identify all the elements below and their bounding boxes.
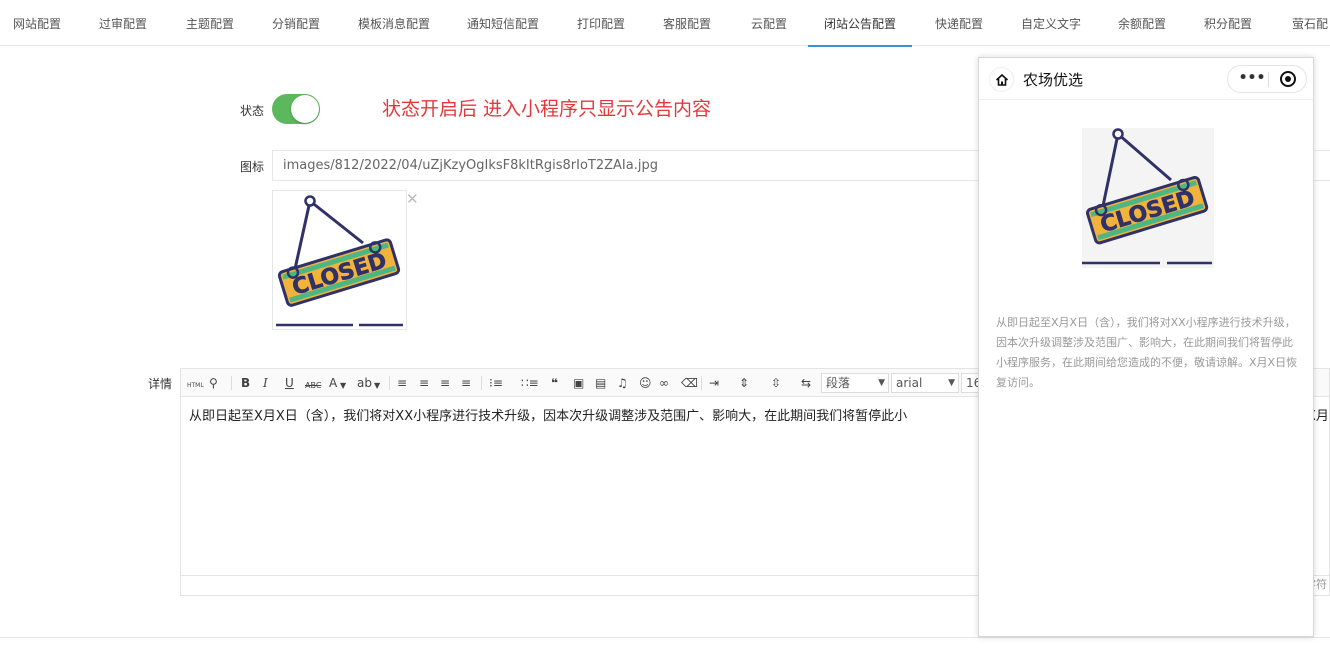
- detail-label: 详情: [147, 377, 172, 391]
- toggle-knob: [291, 95, 319, 123]
- toolbar-divider: [481, 376, 482, 390]
- font-family-select-value: arial: [896, 376, 923, 390]
- tab-distribution[interactable]: 分销配置: [271, 0, 321, 46]
- tab-template-message[interactable]: 模板消息配置: [358, 0, 430, 46]
- eraser-icon[interactable]: ⌫: [681, 375, 698, 391]
- emoji-icon[interactable]: ☺: [639, 375, 652, 391]
- align-center-icon[interactable]: ≡: [419, 375, 429, 391]
- editor-content[interactable]: 从即日起至X月X日（含），我们将对XX小程序进行技术升级，因本次升级调整涉及范围…: [189, 405, 907, 424]
- highlight-dropdown-icon[interactable]: ▼: [374, 378, 380, 394]
- form-divider: [0, 637, 1330, 638]
- paragraph-select-value: 段落: [826, 376, 851, 390]
- link-icon[interactable]: ∞: [659, 375, 669, 391]
- tab-custom-text[interactable]: 自定义文字: [1020, 0, 1082, 46]
- music-icon[interactable]: ♫: [617, 375, 628, 391]
- strikethrough-button[interactable]: ABC: [305, 378, 321, 394]
- home-icon: [995, 73, 1008, 86]
- align-left-icon[interactable]: ≡: [397, 375, 407, 391]
- icon-thumbnail: CLOSED: [272, 190, 407, 330]
- italic-button[interactable]: I: [263, 375, 268, 391]
- remove-image-button[interactable]: ✕: [406, 190, 419, 208]
- font-family-select[interactable]: arial ▼: [891, 373, 959, 393]
- unordered-list-icon[interactable]: ∷≡: [521, 375, 539, 391]
- capsule-divider: [1268, 72, 1269, 87]
- paragraph-select[interactable]: 段落 ▼: [821, 373, 889, 393]
- tab-balance[interactable]: 余额配置: [1117, 0, 1167, 46]
- preview-image: CLOSED: [1082, 128, 1214, 268]
- tab-website[interactable]: 网站配置: [12, 0, 62, 46]
- image-icon[interactable]: ▣: [573, 375, 584, 391]
- direction-icon[interactable]: ⇆: [801, 375, 811, 391]
- close-miniprogram-icon[interactable]: [1280, 71, 1296, 87]
- capsule-menu: •••: [1227, 65, 1307, 93]
- line-height-icon[interactable]: ⇕: [739, 375, 749, 391]
- preview-icon[interactable]: ⚲: [209, 375, 218, 391]
- tab-express[interactable]: 快递配置: [934, 0, 984, 46]
- tab-points[interactable]: 积分配置: [1203, 0, 1253, 46]
- align-justify-icon[interactable]: ≡: [461, 375, 471, 391]
- closed-sign-image: CLOSED: [276, 195, 403, 327]
- tab-closure-notice[interactable]: 闭站公告配置: [808, 0, 912, 47]
- underline-button[interactable]: U: [285, 375, 294, 391]
- font-color-dropdown-icon[interactable]: ▼: [340, 378, 346, 394]
- preview-notice-text: 从即日起至X月X日（含），我们将对XX小程序进行技术升级，因本次升级调整涉及范围…: [996, 316, 1298, 389]
- miniprogram-title: 农场优选: [1023, 71, 1084, 89]
- toolbar-divider: [701, 376, 702, 390]
- toolbar-divider: [389, 376, 390, 390]
- highlight-icon[interactable]: ab: [357, 375, 372, 391]
- ordered-list-icon[interactable]: ⁝≡: [489, 375, 503, 391]
- status-toggle[interactable]: [272, 94, 320, 124]
- closed-sign-image: CLOSED: [1082, 128, 1212, 265]
- tab-sms[interactable]: 通知短信配置: [467, 0, 539, 46]
- align-right-icon[interactable]: ≡: [440, 375, 450, 391]
- quote-icon[interactable]: ❝: [551, 375, 558, 391]
- miniprogram-header: 农场优选 •••: [979, 58, 1313, 100]
- home-button[interactable]: [989, 67, 1014, 92]
- tab-theme[interactable]: 主题配置: [185, 0, 235, 46]
- font-family-select-arrow: ▼: [948, 378, 955, 388]
- toolbar-divider: [231, 376, 232, 390]
- indent-icon[interactable]: ⇥: [709, 375, 719, 391]
- font-color-button[interactable]: A: [329, 375, 337, 391]
- bold-button[interactable]: B: [241, 375, 250, 391]
- paragraph-select-arrow: ▼: [878, 378, 885, 388]
- more-icon[interactable]: •••: [1238, 69, 1266, 89]
- row-spacing-icon[interactable]: ⇳: [771, 375, 781, 391]
- icon-label: 图标: [239, 160, 264, 174]
- file-icon[interactable]: ▤: [595, 375, 606, 391]
- html-source-button[interactable]: HTML: [187, 378, 204, 394]
- config-tabs: 网站配置 过审配置 主题配置 分销配置 模板消息配置 通知短信配置 打印配置 客…: [0, 0, 1330, 47]
- phone-preview: 农场优选 ••• CLOSED 从即日起至X月X日（含），我们将对XX小程序进行…: [978, 57, 1314, 637]
- tab-customer-service[interactable]: 客服配置: [662, 0, 712, 46]
- tab-review[interactable]: 过审配置: [98, 0, 148, 46]
- status-hint: 状态开启后 进入小程序只显示公告内容: [382, 98, 712, 120]
- editor-text: 从即日起至X月X日（含），我们将对XX小程序进行技术升级，因本次升级调整涉及范围…: [189, 409, 908, 424]
- tab-ezviz[interactable]: 萤石配: [1290, 0, 1330, 46]
- tab-cloud[interactable]: 云配置: [750, 0, 788, 46]
- status-label: 状态: [239, 104, 264, 118]
- tab-print[interactable]: 打印配置: [576, 0, 626, 46]
